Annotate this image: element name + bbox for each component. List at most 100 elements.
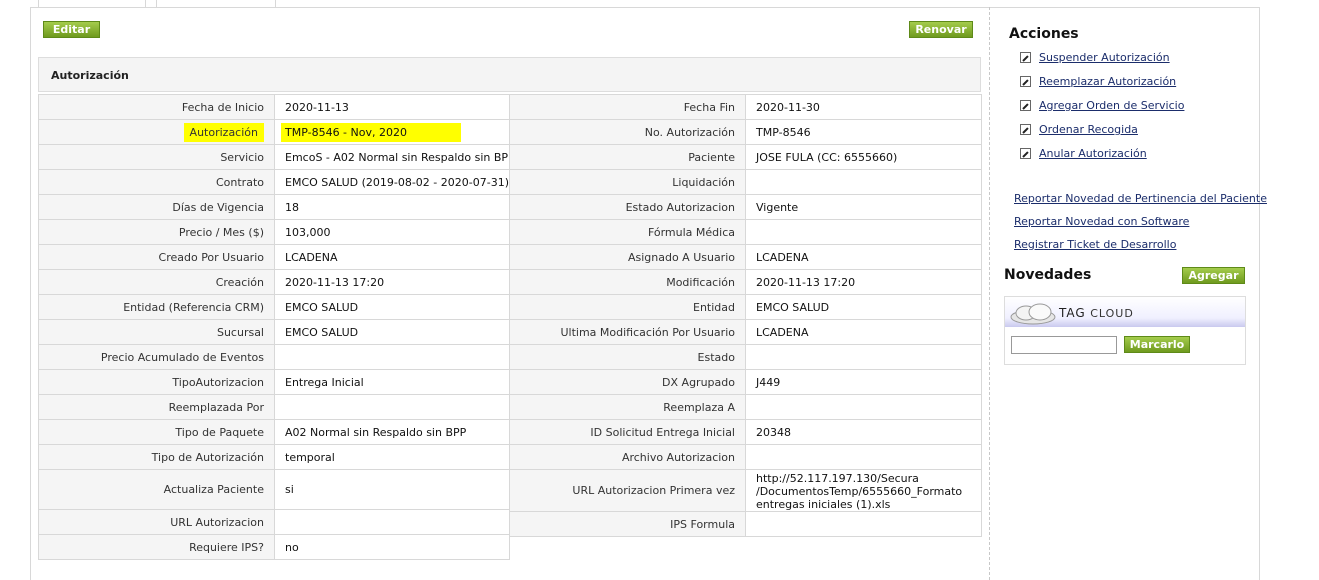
field-value: 2020-11-30 xyxy=(745,94,982,120)
field-label-text: Sucursal xyxy=(216,325,264,339)
field-value-text: 18 xyxy=(285,200,299,214)
detail-row: URL Autorizacion Primera vez http://52.11… xyxy=(509,469,982,512)
field-label: Fecha de Inicio xyxy=(38,94,275,120)
column-divider xyxy=(989,7,990,580)
field-value: si xyxy=(274,469,510,510)
field-value xyxy=(745,394,982,420)
detail-row: Requiere IPS? no xyxy=(38,534,510,560)
field-label: IPS Formula xyxy=(509,511,746,537)
field-label-text: Servicio xyxy=(220,150,264,164)
detail-row: Precio Acumulado de Eventos xyxy=(38,344,510,370)
field-value-text: EmcoS - A02 Normal sin Respaldo sin BPP xyxy=(285,150,510,164)
field-label: Días de Vigencia xyxy=(38,194,275,220)
edit-icon xyxy=(1020,76,1031,87)
field-label-text: Estado Autorizacion xyxy=(625,200,735,214)
field-label: ID Solicitud Entrega Inicial xyxy=(509,419,746,445)
field-label: Requiere IPS? xyxy=(38,534,275,560)
field-value-text: J449 xyxy=(756,375,781,389)
field-label-text: Modificación xyxy=(666,275,735,289)
mark-button[interactable]: Marcarlo xyxy=(1124,336,1190,353)
action-link[interactable]: Anular Autorización xyxy=(1039,147,1147,160)
field-label: Fórmula Médica xyxy=(509,219,746,245)
report-link[interactable]: Registrar Ticket de Desarrollo xyxy=(1014,238,1176,251)
field-value xyxy=(274,394,510,420)
field-value-text: si xyxy=(285,483,294,496)
field-value xyxy=(745,219,982,245)
field-value-text: TMP-8546 xyxy=(756,125,811,139)
action-link[interactable]: Ordenar Recogida xyxy=(1039,123,1138,136)
field-label-text: DX Agrupado xyxy=(662,375,735,389)
detail-row: Tipo de Autorización temporal xyxy=(38,444,510,470)
tab-active[interactable] xyxy=(38,0,146,8)
field-label: Precio / Mes ($) xyxy=(38,219,275,245)
detail-row: DX Agrupado J449 xyxy=(509,369,982,395)
field-label: Contrato xyxy=(38,169,275,195)
field-value xyxy=(745,169,982,195)
field-value: http://52.117.197.130/Secura/DocumentosT… xyxy=(745,469,982,512)
detail-row: Paciente JOSE FULA (CC: 6555660) xyxy=(509,144,982,170)
field-value: J449 xyxy=(745,369,982,395)
field-label-text: URL Autorizacion xyxy=(170,515,264,529)
field-label-text: Actualiza Paciente xyxy=(163,483,264,496)
field-value-text: LCADENA xyxy=(756,325,809,339)
field-label: Modificación xyxy=(509,269,746,295)
field-value-text: 2020-11-13 17:20 xyxy=(285,275,385,289)
field-value xyxy=(745,511,982,537)
action-link[interactable]: Reemplazar Autorización xyxy=(1039,75,1176,88)
page-root: Editar Renovar Autorización Fecha de Ini… xyxy=(0,0,1319,580)
field-value-text: JOSE FULA (CC: 6555660) xyxy=(756,150,898,164)
field-label: Liquidación xyxy=(509,169,746,195)
field-value: no xyxy=(274,534,510,560)
field-label-text: Días de Vigencia xyxy=(172,200,264,214)
novedades-title: Novedades xyxy=(1004,267,1092,283)
field-label-text: Estado xyxy=(697,350,735,364)
field-label: DX Agrupado xyxy=(509,369,746,395)
renew-button[interactable]: Renovar xyxy=(909,21,973,38)
field-value xyxy=(274,509,510,535)
field-label-text: ID Solicitud Entrega Inicial xyxy=(590,425,735,439)
field-value: 2020-11-13 xyxy=(274,94,510,120)
field-value: EmcoS - A02 Normal sin Respaldo sin BPP xyxy=(274,144,510,170)
action-link[interactable]: Suspender Autorización xyxy=(1039,51,1170,64)
field-label-text: Archivo Autorizacion xyxy=(621,450,735,464)
action-link[interactable]: Agregar Orden de Servicio xyxy=(1039,99,1184,112)
detail-row: Archivo Autorizacion xyxy=(509,444,982,470)
field-label: Estado xyxy=(509,344,746,370)
field-label-text: Asignado A Usuario xyxy=(627,250,735,264)
field-label: No. Autorización xyxy=(509,119,746,145)
url-line: entregas iniciales (1).xls xyxy=(756,498,891,511)
tab-inactive[interactable] xyxy=(156,0,276,8)
detail-row: URL Autorizacion xyxy=(38,509,510,535)
field-label: Entidad (Referencia CRM) xyxy=(38,294,275,320)
edit-icon xyxy=(1020,124,1031,135)
detail-row: Actualiza Paciente si xyxy=(38,469,510,510)
field-label-text: Reemplazada Por xyxy=(168,400,264,414)
edit-icon xyxy=(1020,100,1031,111)
field-label: Reemplazada Por xyxy=(38,394,275,420)
edit-icon xyxy=(1020,148,1031,159)
field-value: 18 xyxy=(274,194,510,220)
add-novedad-button[interactable]: Agregar xyxy=(1182,267,1245,284)
field-value-text: LCADENA xyxy=(756,250,809,264)
authorization-details-right: Fecha Fin 2020-11-30 No. Autorización TMP-8… xyxy=(509,94,982,537)
field-value-text: no xyxy=(285,540,299,554)
detail-row: Creación 2020-11-13 17:20 xyxy=(38,269,510,295)
field-value: EMCO SALUD xyxy=(274,294,510,320)
field-label-text: Precio / Mes ($) xyxy=(178,225,264,239)
field-value: 2020-11-13 17:20 xyxy=(745,269,982,295)
field-label-text: TipoAutorizacion xyxy=(172,375,264,389)
field-label-text: IPS Formula xyxy=(670,517,735,531)
report-link[interactable]: Reportar Novedad con Software xyxy=(1014,215,1189,228)
detail-row: Creado Por Usuario LCADENA xyxy=(38,244,510,270)
tag-input[interactable] xyxy=(1011,336,1117,354)
field-value: temporal xyxy=(274,444,510,470)
report-link[interactable]: Reportar Novedad de Pertinencia del Paci… xyxy=(1014,192,1267,205)
authorization-details-left: Fecha de Inicio 2020-11-13 Autorización TMP… xyxy=(38,94,510,560)
field-label-text: Contrato xyxy=(215,175,264,189)
edit-button[interactable]: Editar xyxy=(43,21,100,38)
field-label-text: Fecha de Inicio xyxy=(181,100,264,114)
field-value-text: 2020-11-30 xyxy=(756,100,820,114)
detail-row: Servicio EmcoS - A02 Normal sin Respaldo … xyxy=(38,144,510,170)
field-value: 2020-11-13 17:20 xyxy=(274,269,510,295)
url-line: /DocumentosTemp/6555660_Formato xyxy=(756,485,963,498)
